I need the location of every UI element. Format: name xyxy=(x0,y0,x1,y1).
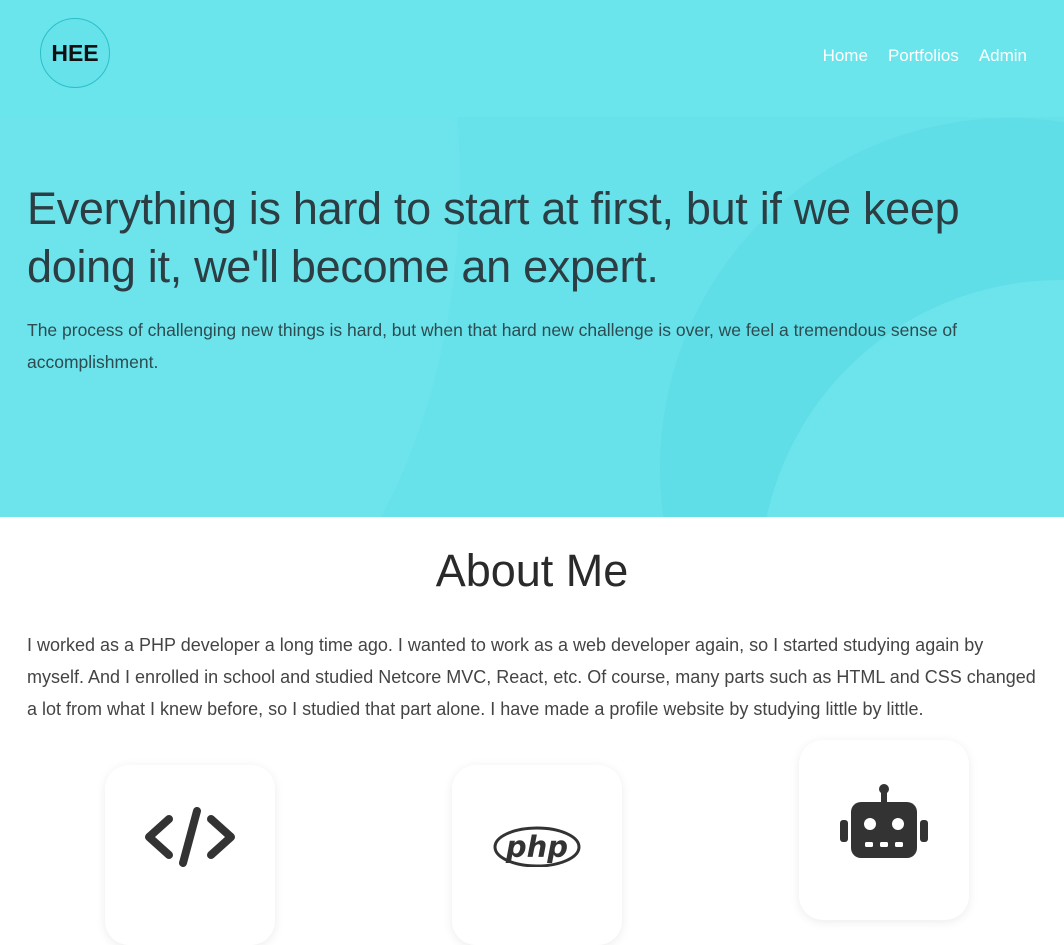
skill-cards: php xyxy=(27,725,1037,945)
hero-subline: The process of challenging new things is… xyxy=(27,320,958,372)
skill-card-robot xyxy=(799,740,969,920)
logo-text: HEE xyxy=(51,39,99,66)
php-icon: php xyxy=(493,826,581,867)
about-section: About Me I worked as a PHP developer a l… xyxy=(0,517,1064,945)
code-icon xyxy=(145,807,235,867)
site-logo[interactable]: HEE xyxy=(40,18,110,88)
php-icon-label: php xyxy=(505,830,568,864)
hero-section: HEE Home Portfolios Admin Everything is … xyxy=(0,0,1064,517)
hero-content: Everything is hard to start at first, bu… xyxy=(27,180,1027,378)
main-nav: Home Portfolios Admin xyxy=(823,46,1027,66)
skill-card-code xyxy=(105,765,275,945)
nav-link-home[interactable]: Home xyxy=(823,46,868,66)
nav-link-portfolios[interactable]: Portfolios xyxy=(888,46,959,66)
nav-link-admin[interactable]: Admin xyxy=(979,46,1027,66)
skill-card-php: php xyxy=(452,765,622,945)
about-title: About Me xyxy=(435,545,629,596)
robot-icon xyxy=(840,784,928,858)
about-text: I worked as a PHP developer a long time … xyxy=(27,635,1036,719)
navbar: HEE Home Portfolios Admin xyxy=(0,0,1064,117)
hero-headline: Everything is hard to start at first, bu… xyxy=(27,183,960,292)
